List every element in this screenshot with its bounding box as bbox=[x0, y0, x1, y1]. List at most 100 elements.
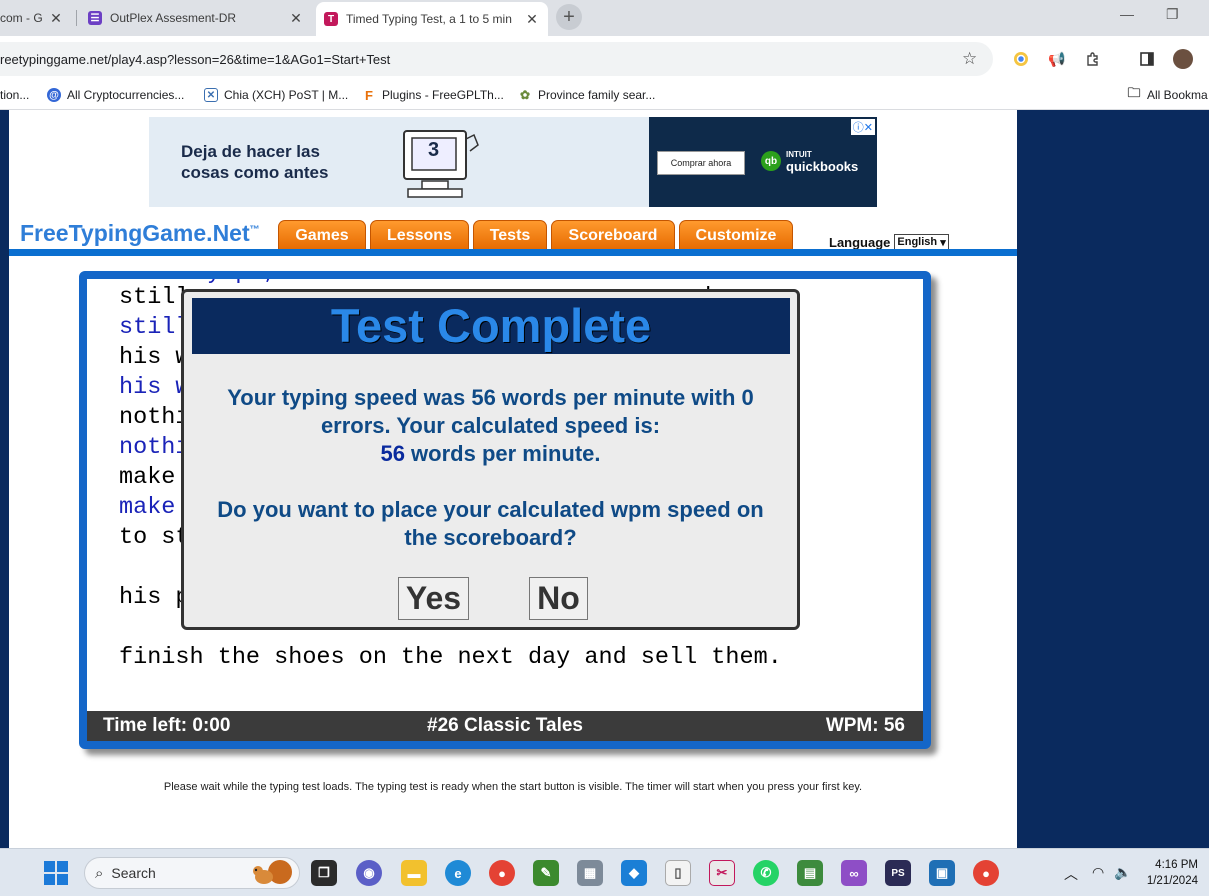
bookmark-1[interactable]: tion... bbox=[0, 88, 29, 102]
chrome-profile-icon[interactable]: ● bbox=[973, 860, 999, 886]
wifi-icon[interactable]: ◠ bbox=[1092, 864, 1104, 881]
megaphone-icon[interactable]: 📢 bbox=[1048, 50, 1066, 68]
nav-lessons[interactable]: Lessons bbox=[370, 220, 469, 250]
folder-icon: 🗀 bbox=[1127, 85, 1141, 102]
typing-line-start: to st bbox=[119, 524, 190, 551]
typing-line-start: nothi bbox=[119, 404, 190, 431]
new-tab-button[interactable]: + bbox=[556, 4, 582, 30]
bookmark-2-label: All Cryptocurrencies... bbox=[67, 88, 185, 102]
windows-taskbar: ⌕ Search ❐ ◉ ▬ e ● ✎ ▦ ◆ ▯ ✂ ✆ ▤ ∞ PS ▣ … bbox=[0, 848, 1209, 896]
family-tree-icon: ✿ bbox=[518, 88, 532, 102]
notepad-chart-icon[interactable]: ✎ bbox=[533, 860, 559, 886]
loading-note: Please wait while the typing test loads.… bbox=[163, 781, 863, 793]
tab-3-title: Timed Typing Test, a 1 to 5 min bbox=[346, 12, 512, 26]
document-icon[interactable]: ▯ bbox=[665, 860, 691, 886]
page-viewport: Deja de hacer las cosas como antes 3 Com… bbox=[0, 110, 1209, 848]
ad-cta-button[interactable]: Comprar ahora bbox=[657, 151, 745, 175]
tray-overflow-icon[interactable]: ︿ bbox=[1064, 864, 1078, 884]
bookmark-star-icon[interactable]: ☆ bbox=[962, 49, 977, 69]
tab-1-close-icon[interactable]: ✕ bbox=[48, 10, 64, 27]
bookmark-4-label: Plugins - FreeGPLTh... bbox=[382, 88, 504, 102]
edge-icon[interactable]: e bbox=[445, 860, 471, 886]
taskbar-clock[interactable]: 4:16 PM 1/21/2024 bbox=[1142, 857, 1198, 889]
language-select[interactable]: English ▾ bbox=[894, 234, 949, 250]
bookmark-5[interactable]: ✿ Province family sear... bbox=[518, 88, 655, 102]
browser-tabstrip: com - G ✕ ☰ OutPlex Assesment-DR ✕ T Tim… bbox=[0, 0, 1209, 36]
status-bar: Time left: 0:00 #26 Classic Tales WPM: 5… bbox=[87, 711, 923, 741]
typing-line-start: his w bbox=[119, 374, 190, 401]
all-bookmarks-label: All Bookma bbox=[1147, 88, 1208, 102]
wpm-readout: WPM: 56 bbox=[825, 715, 905, 736]
squirrel-icon bbox=[253, 860, 292, 884]
windows-start-icon[interactable] bbox=[44, 861, 68, 885]
ad-banner[interactable]: Deja de hacer las cosas como antes 3 Com… bbox=[149, 117, 877, 207]
forms-icon: ☰ bbox=[88, 11, 102, 25]
remote-desktop-icon[interactable]: ▣ bbox=[929, 860, 955, 886]
nav-games[interactable]: Games bbox=[278, 220, 366, 250]
extensions-puzzle-icon[interactable] bbox=[1084, 50, 1102, 68]
phpstorm-icon[interactable]: PS bbox=[885, 860, 911, 886]
bookmark-4[interactable]: F Plugins - FreeGPLTh... bbox=[362, 88, 504, 103]
typing-line-start: his p bbox=[119, 584, 190, 611]
extension-chrome-icon[interactable] bbox=[1012, 50, 1030, 68]
yes-button[interactable]: Yes bbox=[398, 577, 469, 620]
chrome-icon[interactable]: ● bbox=[489, 860, 515, 886]
no-button[interactable]: No bbox=[529, 577, 588, 620]
bookmarks-bar: tion... @ All Cryptocurrencies... ✕ Chia (… bbox=[0, 82, 1209, 110]
language-value: English bbox=[897, 236, 938, 248]
tab-3-close-icon[interactable]: ✕ bbox=[524, 11, 540, 28]
ad-monitor-number: 3 bbox=[428, 139, 440, 161]
task-view-icon[interactable]: ❐ bbox=[311, 860, 337, 886]
freegpl-icon: F bbox=[362, 88, 376, 103]
tab-2[interactable]: ☰ OutPlex Assesment-DR ✕ bbox=[80, 4, 312, 32]
test-complete-dialog: Test Complete Your typing speed was 56 w… bbox=[181, 289, 800, 630]
search-placeholder: Search bbox=[111, 865, 156, 881]
spreadsheet-icon[interactable]: ▤ bbox=[797, 860, 823, 886]
typing-line-start: still bbox=[119, 314, 190, 341]
typing-line-start: still bbox=[119, 284, 190, 311]
typing-site-icon: T bbox=[324, 12, 338, 26]
side-panel-icon[interactable] bbox=[1138, 50, 1156, 68]
page-margin bbox=[0, 110, 9, 848]
header-divider bbox=[9, 249, 1017, 256]
quickbooks-logo: qb INTUIT quickbooks bbox=[761, 149, 858, 173]
tab-2-close-icon[interactable]: ✕ bbox=[288, 10, 304, 27]
dialog-question: Do you want to place your calculated wpm… bbox=[184, 496, 797, 552]
all-bookmarks[interactable]: 🗀 All Bookma bbox=[1127, 85, 1208, 102]
bookmark-3-label: Chia (XCH) PoST | M... bbox=[224, 88, 349, 102]
file-explorer-icon[interactable]: ▬ bbox=[401, 860, 427, 886]
nav-scoreboard[interactable]: Scoreboard bbox=[551, 220, 675, 250]
volume-icon[interactable]: 🔈 bbox=[1114, 864, 1131, 881]
language-picker: Language English ▾ bbox=[829, 234, 949, 250]
nav-tests[interactable]: Tests bbox=[473, 220, 547, 250]
whatsapp-icon[interactable]: ✆ bbox=[753, 860, 779, 886]
tab-1-title: com - G bbox=[0, 11, 43, 25]
teams-chat-icon[interactable]: ◉ bbox=[356, 860, 382, 886]
visual-studio-icon[interactable]: ∞ bbox=[841, 860, 867, 886]
tab-3[interactable]: T Timed Typing Test, a 1 to 5 min ✕ bbox=[316, 2, 548, 36]
dialog-title: Test Complete bbox=[192, 298, 790, 354]
kodi-icon[interactable]: ◆ bbox=[621, 860, 647, 886]
url-text[interactable]: reetypinggame.net/play4.asp?lesson=26&ti… bbox=[0, 52, 390, 67]
typing-line-start: his w bbox=[119, 344, 190, 371]
snipping-tool-icon[interactable]: ✂ bbox=[709, 860, 735, 886]
minimize-icon[interactable]: — bbox=[1120, 6, 1134, 22]
result-line-3: 56 words per minute. bbox=[184, 440, 797, 468]
quickbooks-icon: qb bbox=[761, 151, 781, 171]
calculator-icon[interactable]: ▦ bbox=[577, 860, 603, 886]
nav-customize[interactable]: Customize bbox=[679, 220, 793, 250]
bookmark-3[interactable]: ✕ Chia (XCH) PoST | M... bbox=[204, 88, 348, 102]
search-icon: ⌕ bbox=[95, 864, 104, 882]
site-logo[interactable]: FreeTypingGame.Net™ bbox=[20, 220, 260, 247]
typing-line-start: nothi bbox=[119, 434, 190, 461]
profile-avatar[interactable] bbox=[1173, 49, 1193, 69]
calculated-speed: 56 bbox=[380, 441, 405, 466]
restore-icon[interactable]: ❐ bbox=[1166, 6, 1179, 23]
bookmark-1-label: tion... bbox=[0, 88, 30, 102]
ad-close-icon[interactable]: ⓘ✕ bbox=[850, 119, 875, 135]
result-line-1: Your typing speed was 56 words per minut… bbox=[227, 385, 754, 410]
bookmark-5-label: Province family sear... bbox=[538, 88, 656, 102]
tab-1[interactable]: com - G ✕ bbox=[0, 4, 72, 32]
clock-date: 1/21/2024 bbox=[1146, 875, 1198, 887]
bookmark-2[interactable]: @ All Cryptocurrencies... bbox=[47, 88, 184, 102]
